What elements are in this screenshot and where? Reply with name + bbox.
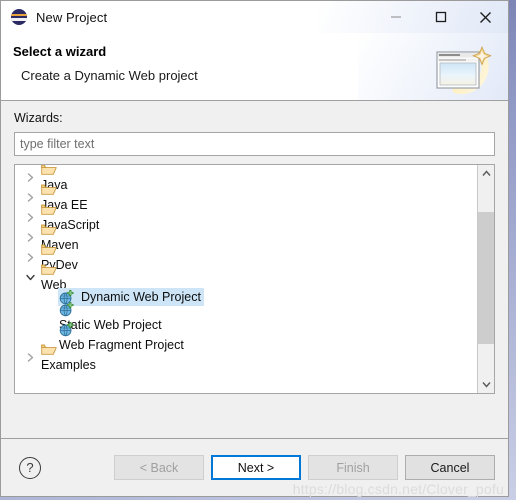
tree-vertical-scrollbar[interactable] [477,165,494,393]
dialog-button: < Back [114,455,204,480]
help-icon[interactable]: ? [19,456,41,479]
new-project-dialog: New Project Select a wizard Create a Dyn… [0,0,509,497]
chevron-right-icon[interactable] [23,209,38,225]
minimize-icon[interactable] [373,1,418,33]
chevron-right-icon[interactable] [23,169,38,185]
title-bar: New Project [1,1,508,33]
close-icon[interactable] [463,1,508,33]
window-controls [373,1,508,33]
dialog-footer: ? < Back Next > Finish Cancel https://blog.… [1,438,508,497]
tree-item-label: Examples [41,358,96,372]
chevron-down-icon[interactable] [23,269,38,285]
new-wizard-banner-icon [436,45,492,95]
folder-icon [41,201,58,217]
wizard-tree-rows: Java Java EE JavaScript Maven PyDev Web Dynami… [15,165,477,393]
tree-item[interactable]: JavaScript [15,204,477,232]
dialog-button-label: Next > [237,460,275,475]
dialog-button-label: Cancel [430,460,470,475]
chevron-right-icon[interactable] [23,229,38,245]
chevron-right-icon[interactable] [23,349,38,365]
chevron-right-icon[interactable] [23,249,38,265]
folder-icon [41,165,58,177]
folder-icon [41,181,58,197]
folder-icon [41,221,58,237]
folder-icon [41,261,58,277]
web-project-icon [59,321,76,337]
web-project-icon [59,301,76,317]
scroll-up-icon[interactable] [478,165,494,182]
watermark: https://blog.csdn.net/Clover_pofu [292,481,504,497]
dialog-header: Select a wizard Create a Dynamic Web pro… [1,33,508,101]
eclipse-icon [11,9,27,25]
scroll-down-icon[interactable] [478,376,494,393]
dialog-button-label: < Back [139,460,179,475]
dialog-button-group: < Back Next > Finish Cancel [114,455,495,480]
scrollbar-thumb[interactable] [478,212,494,344]
folder-icon [41,241,58,257]
wizard-tree: Java Java EE JavaScript Maven PyDev Web Dynami… [14,164,495,394]
help-icon-label: ? [26,460,34,475]
dialog-button[interactable]: Next > [211,455,301,480]
chevron-right-icon[interactable] [23,189,38,205]
tree-item-content: Examples [41,341,96,373]
dialog-button-label: Finish [336,460,370,475]
tree-item[interactable]: PyDev [15,244,477,272]
scrollbar-track[interactable] [478,182,494,376]
filter-input[interactable] [14,132,495,156]
window-title: New Project [36,9,108,25]
folder-icon [41,341,58,357]
dialog-button: Finish [308,455,398,480]
wizards-label: Wizards: [14,111,63,125]
tree-item[interactable]: Web [15,264,477,292]
tree-item[interactable]: Examples [15,344,477,372]
maximize-icon[interactable] [418,1,463,33]
desktop-background: New Project Select a wizard Create a Dyn… [0,0,516,500]
dialog-body: Wizards: JavaJava EEJavaScriptMavenPyDev… [1,101,508,438]
dialog-button[interactable]: Cancel [405,455,495,480]
